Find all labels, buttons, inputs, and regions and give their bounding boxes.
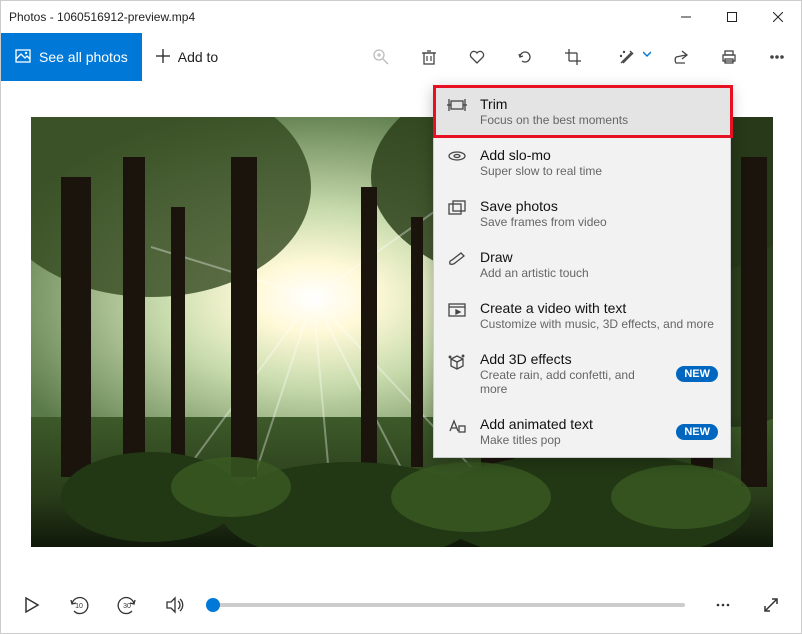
- menu-item-animated-text[interactable]: Add animated textMake titles pop NEW: [434, 406, 730, 457]
- maximize-button[interactable]: [709, 1, 755, 33]
- draw-icon: [446, 249, 468, 267]
- chevron-down-icon: [643, 45, 651, 63]
- menu-item-trim[interactable]: TrimFocus on the best moments: [434, 86, 730, 137]
- add-to-button[interactable]: Add to: [142, 33, 232, 81]
- menu-sub: Super slow to real time: [480, 164, 718, 178]
- edit-menu-button[interactable]: [597, 33, 657, 81]
- menu-sub: Make titles pop: [480, 433, 664, 447]
- menu-sub: Save frames from video: [480, 215, 718, 229]
- menu-sub: Create rain, add confetti, and more: [480, 368, 664, 396]
- menu-sub: Add an artistic touch: [480, 266, 718, 280]
- see-all-label: See all photos: [39, 49, 128, 65]
- more-button[interactable]: [753, 33, 801, 81]
- menu-item-video-text[interactable]: Create a video with textCustomize with m…: [434, 290, 730, 341]
- seek-thumb[interactable]: [206, 598, 220, 612]
- slomo-icon: [446, 147, 468, 163]
- menu-item-3d-effects[interactable]: Add 3D effectsCreate rain, add confetti,…: [434, 341, 730, 406]
- trim-icon: [446, 96, 468, 112]
- add-to-label: Add to: [178, 49, 218, 65]
- menu-title: Draw: [480, 249, 718, 265]
- effects-3d-icon: [446, 351, 468, 371]
- menu-title: Add 3D effects: [480, 351, 664, 367]
- menu-item-draw[interactable]: DrawAdd an artistic touch: [434, 239, 730, 290]
- playback-more-button[interactable]: [703, 585, 743, 625]
- crop-button[interactable]: [549, 33, 597, 81]
- menu-title: Save photos: [480, 198, 718, 214]
- menu-item-save-photos[interactable]: Save photosSave frames from video: [434, 188, 730, 239]
- print-button[interactable]: [705, 33, 753, 81]
- playback-bar: 10 30: [1, 577, 801, 633]
- see-all-photos-button[interactable]: See all photos: [1, 33, 142, 81]
- minimize-button[interactable]: [663, 1, 709, 33]
- favorite-button[interactable]: [453, 33, 501, 81]
- skip-back-button[interactable]: 10: [59, 585, 99, 625]
- app-toolbar: See all photos Add to: [1, 33, 801, 81]
- window-title: Photos - 1060516912-preview.mp4: [9, 10, 195, 24]
- new-badge: NEW: [676, 366, 718, 382]
- menu-title: Add animated text: [480, 416, 664, 432]
- save-photos-icon: [446, 198, 468, 216]
- menu-title: Create a video with text: [480, 300, 718, 316]
- plus-icon: [156, 49, 170, 66]
- animated-text-icon: [446, 416, 468, 434]
- photo-icon: [15, 48, 31, 67]
- svg-text:30: 30: [123, 603, 131, 610]
- menu-item-slomo[interactable]: Add slo-moSuper slow to real time: [434, 137, 730, 188]
- play-button[interactable]: [11, 585, 51, 625]
- new-badge: NEW: [676, 424, 718, 440]
- zoom-button[interactable]: [357, 33, 405, 81]
- seek-slider[interactable]: [213, 603, 685, 607]
- menu-sub: Customize with music, 3D effects, and mo…: [480, 317, 718, 331]
- fullscreen-button[interactable]: [751, 585, 791, 625]
- edit-dropdown: TrimFocus on the best moments Add slo-mo…: [433, 85, 731, 458]
- close-button[interactable]: [755, 1, 801, 33]
- share-button[interactable]: [657, 33, 705, 81]
- video-text-icon: [446, 300, 468, 318]
- skip-forward-button[interactable]: 30: [107, 585, 147, 625]
- svg-text:10: 10: [75, 603, 83, 610]
- window-titlebar: Photos - 1060516912-preview.mp4: [1, 1, 801, 33]
- rotate-button[interactable]: [501, 33, 549, 81]
- window-controls: [663, 1, 801, 33]
- volume-button[interactable]: [155, 585, 195, 625]
- menu-title: Add slo-mo: [480, 147, 718, 163]
- menu-title: Trim: [480, 96, 718, 112]
- delete-button[interactable]: [405, 33, 453, 81]
- menu-sub: Focus on the best moments: [480, 113, 718, 127]
